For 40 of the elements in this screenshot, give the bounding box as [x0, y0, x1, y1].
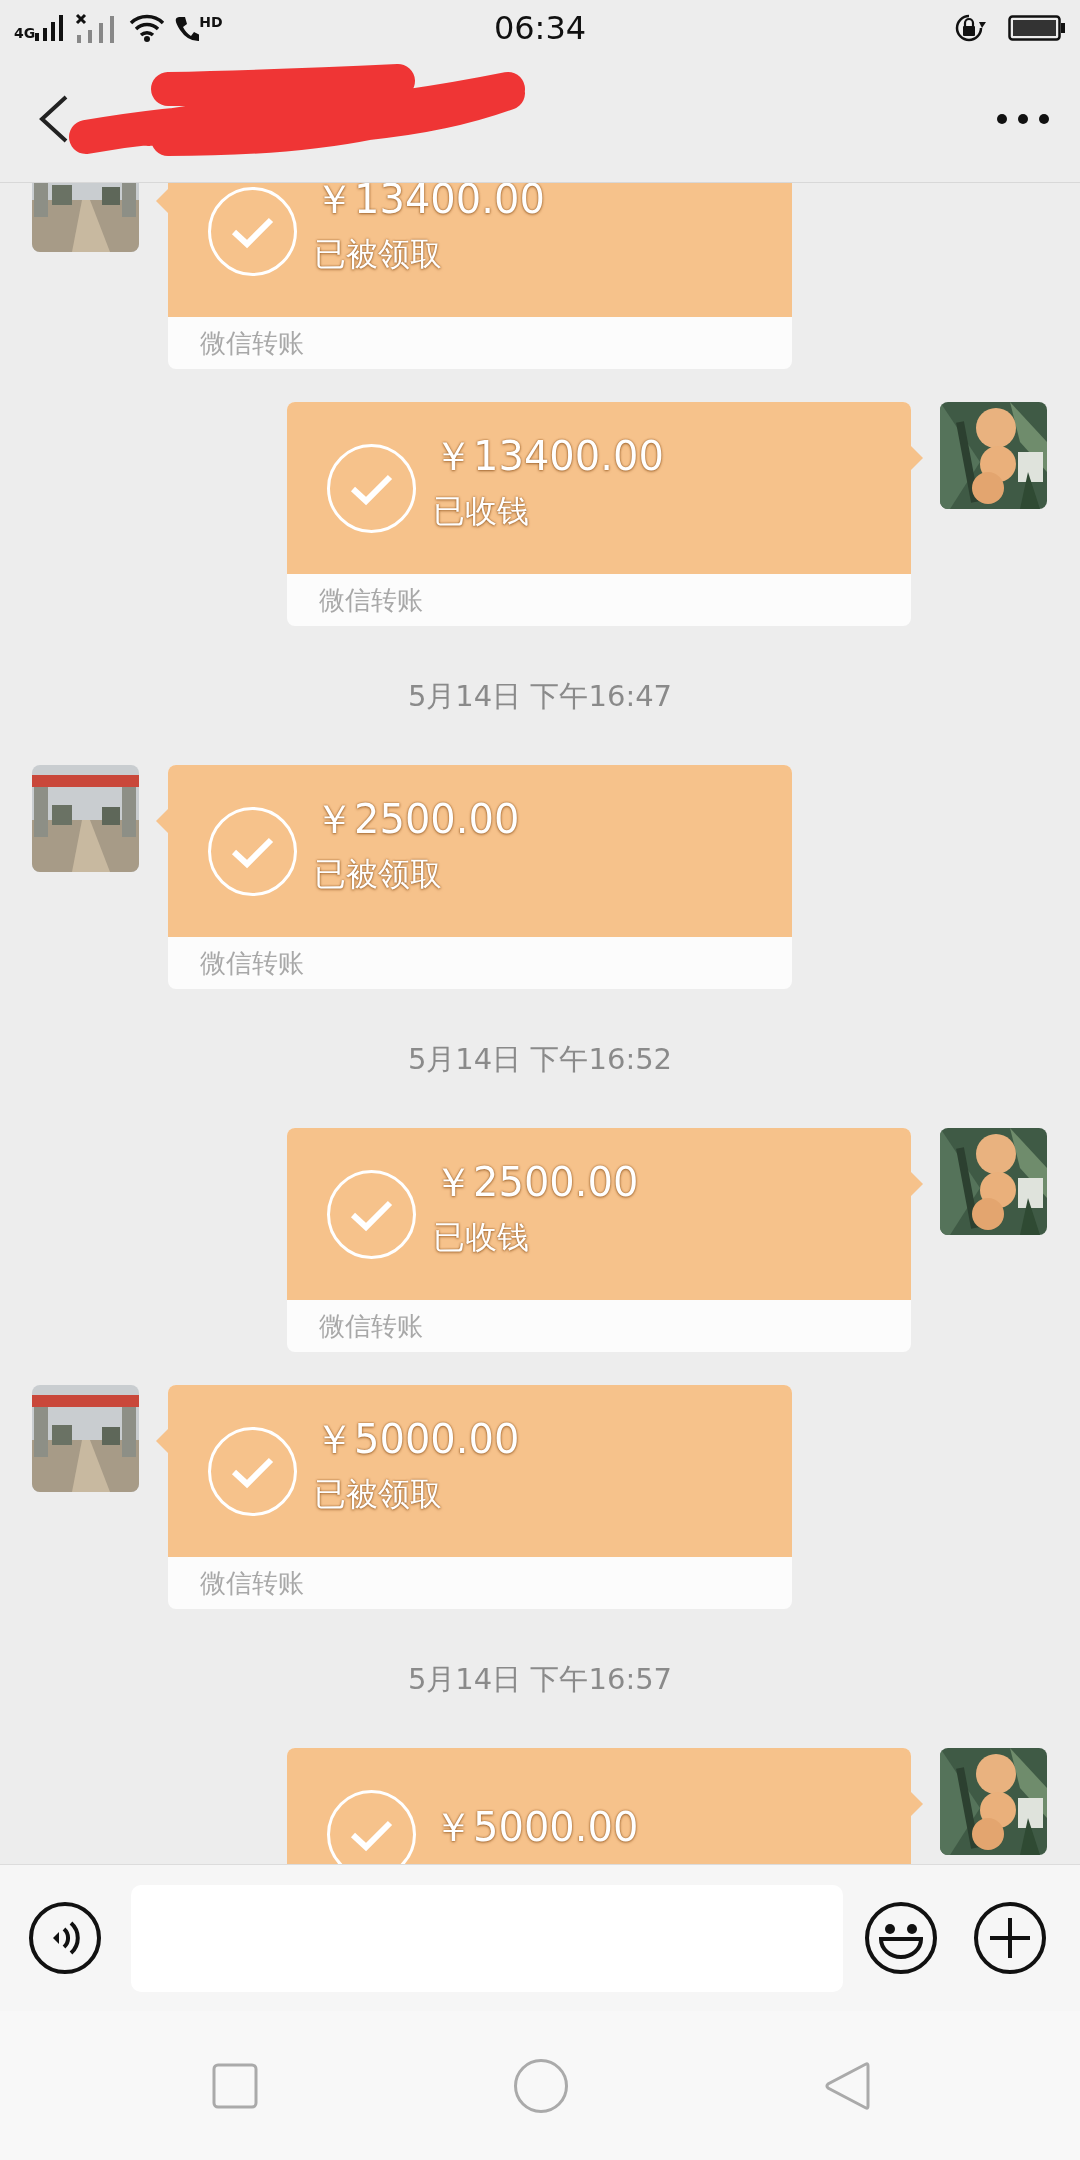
voice-button[interactable] [28, 1901, 102, 1975]
transfer-amount: ￥2500.00 [314, 794, 520, 844]
bubble-tail [156, 809, 168, 833]
bubble-tail [911, 1792, 923, 1816]
transfer-status: 已收钱 [433, 490, 530, 532]
transfer-label: 微信转账 [200, 946, 304, 980]
status-time: 06:34 [493, 8, 587, 47]
transfer-status: 已收钱 [433, 1216, 530, 1258]
transfer-amount: ￥5000.00 [314, 1414, 520, 1464]
emoji-button[interactable] [864, 1901, 938, 1975]
add-button[interactable] [973, 1901, 1047, 1975]
transfer-amount: ￥13400.00 [433, 431, 664, 481]
transfer-label: 微信转账 [319, 1309, 423, 1343]
transfer-status: 已被领取 [314, 233, 443, 275]
transfer-status: 已被领取 [314, 1473, 443, 1515]
transfer-label: 微信转账 [200, 1566, 304, 1600]
transfer-label: 微信转账 [319, 583, 423, 617]
check-circle-icon [207, 1425, 298, 1517]
transfer-amount: ￥2500.00 [433, 1157, 639, 1207]
transfer-amount: ￥5000.00 [433, 1802, 639, 1852]
bubble-tail [911, 446, 923, 470]
message-time: 5月14日 下午16:47 [407, 678, 673, 715]
check-circle-icon [207, 805, 298, 897]
bubble-tail [156, 1429, 168, 1453]
check-circle-icon [326, 1168, 417, 1260]
message-time: 5月14日 下午16:57 [407, 1661, 673, 1698]
transfer-status: 已被领取 [314, 853, 443, 895]
check-circle-icon [207, 185, 298, 277]
bubble-tail [156, 189, 168, 213]
wifi-icon [129, 13, 166, 42]
more-button[interactable] [996, 111, 1050, 126]
bubble-tail [911, 1172, 923, 1196]
signal-icon [35, 14, 66, 41]
message-time: 5月14日 下午16:52 [407, 1041, 673, 1078]
transfer-label: 微信转账 [200, 326, 304, 360]
check-circle-icon [326, 442, 417, 534]
network-label: 4G [14, 24, 36, 41]
hd-label: HD [199, 13, 223, 30]
battery-icon [1008, 14, 1066, 41]
transfer-amount: ￥13400.00 [314, 183, 545, 224]
